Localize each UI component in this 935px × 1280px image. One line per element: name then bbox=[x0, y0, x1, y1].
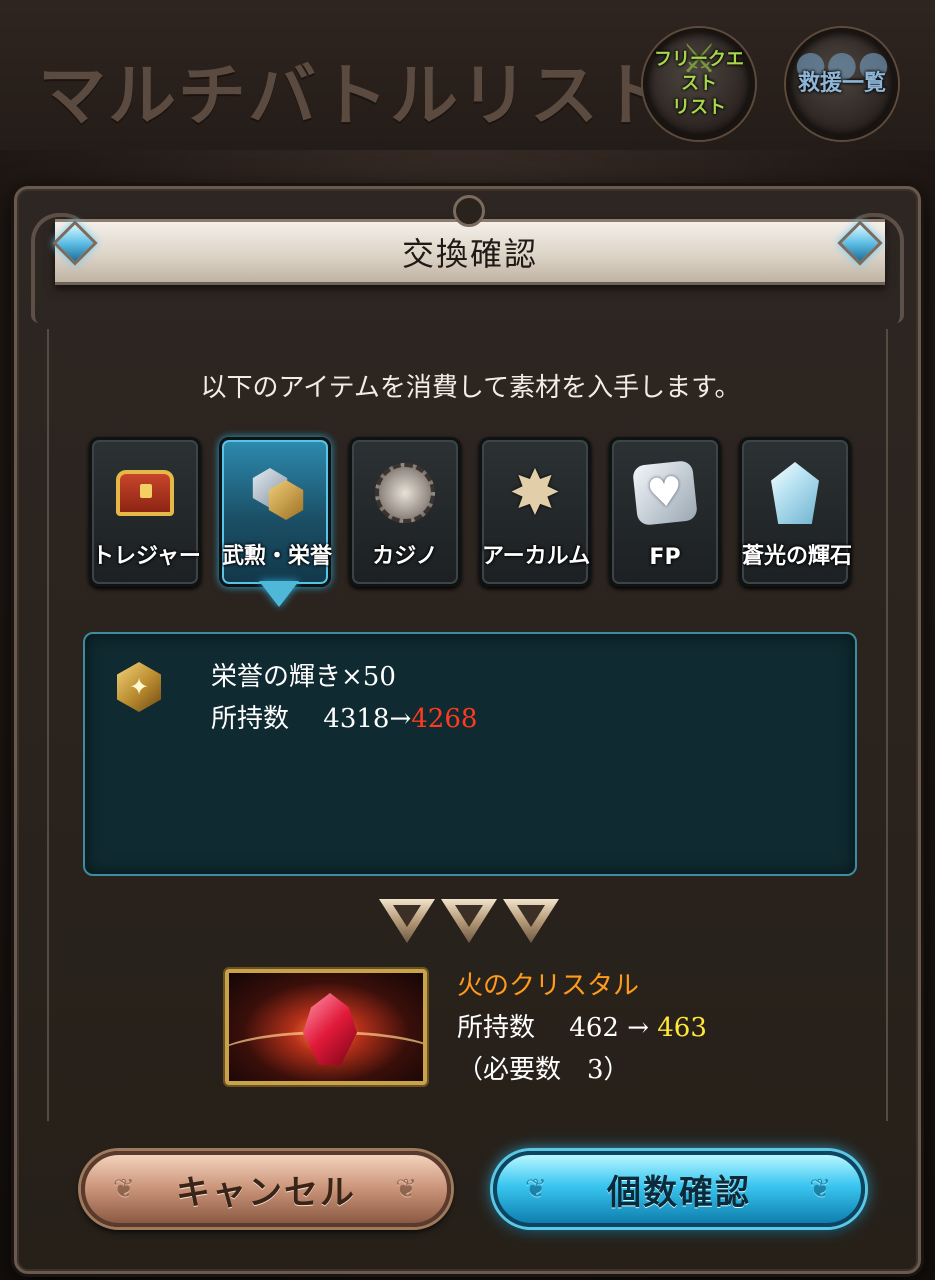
count-after: 463 bbox=[657, 1013, 707, 1043]
tab-label: カジノ bbox=[372, 544, 438, 569]
free-quest-list-button[interactable]: ⚔ フリークエスト リスト bbox=[643, 28, 755, 140]
quantity-confirm-button[interactable]: ❦ 個数確認 ❦ bbox=[493, 1151, 865, 1227]
free-quest-list-label: フリークエスト リスト bbox=[654, 49, 744, 118]
count-arrow: → bbox=[389, 704, 412, 734]
ornament-icon: ❦ bbox=[809, 1174, 833, 1204]
consume-item-name: 栄誉の輝き×50 bbox=[211, 662, 396, 692]
tab-label: トレジャー bbox=[92, 544, 201, 569]
active-tab-pointer-icon bbox=[259, 581, 299, 607]
tab-honor[interactable]: 武勲・栄誉 bbox=[219, 437, 333, 587]
page-title: マルチバトルリスト bbox=[38, 57, 671, 136]
crystal-icon bbox=[762, 460, 828, 526]
arcarum-star-icon: ✸ bbox=[509, 456, 561, 529]
exchange-confirm-dialog: 交換確認 以下のアイテムを消費して素材を入手します。 トレジャー 武勲・栄誉 カ… bbox=[14, 186, 921, 1274]
dialog-title-ribbon: 交換確認 bbox=[55, 219, 885, 285]
honor-shine-icon: ✦ bbox=[117, 662, 161, 712]
dialog-message: 以下のアイテムを消費して素材を入手します。 bbox=[200, 373, 741, 403]
heart-fp-icon: ♥ bbox=[632, 460, 698, 526]
rescue-list-label: 救援一覧 bbox=[797, 71, 886, 96]
category-tabs: トレジャー 武勲・栄誉 カジノ ✸ アーカルム ♥ FP 蒼光の輝石 bbox=[89, 437, 869, 597]
rescue-list-button[interactable]: ●●● 救援一覧 bbox=[786, 28, 898, 140]
down-arrow-icon bbox=[379, 899, 435, 943]
dialog-title: 交換確認 bbox=[401, 235, 538, 273]
consume-item-count: 所持数 4318→4268 bbox=[211, 698, 477, 735]
consume-item-panel: ✦ 栄誉の輝き×50 所持数 4318→4268 bbox=[83, 632, 857, 876]
count-label: 所持数 bbox=[457, 1013, 536, 1043]
count-after: 4268 bbox=[411, 704, 478, 734]
tab-crystal[interactable]: 蒼光の輝石 bbox=[739, 437, 853, 587]
down-arrow-icon bbox=[441, 899, 497, 943]
count-label: 所持数 bbox=[211, 704, 290, 734]
tab-label: アーカルム bbox=[482, 544, 591, 569]
tab-treasure[interactable]: トレジャー bbox=[89, 437, 201, 587]
fire-crystal-thumbnail bbox=[225, 969, 427, 1085]
quantity-confirm-button-label: 個数確認 bbox=[607, 1172, 751, 1213]
tab-label: 蒼光の輝石 bbox=[742, 544, 853, 569]
down-arrow-icon bbox=[503, 899, 559, 943]
tab-label: FP bbox=[649, 545, 681, 570]
honor-medal-icon bbox=[242, 460, 308, 526]
reward-item-name: 火のクリスタル bbox=[457, 971, 640, 1001]
exchange-arrows bbox=[379, 899, 569, 949]
tab-arcarum[interactable]: ✸ アーカルム bbox=[479, 437, 591, 587]
count-arrow: → bbox=[627, 1013, 649, 1043]
cancel-button[interactable]: ❦ キャンセル ❦ bbox=[81, 1151, 451, 1227]
reward-required-count: （必要数 3） bbox=[457, 1055, 630, 1085]
ornament-icon: ❦ bbox=[395, 1174, 419, 1204]
tab-fp[interactable]: ♥ FP bbox=[609, 437, 721, 587]
reward-item-count: 所持数 462 → 463 bbox=[457, 1007, 707, 1044]
count-before: 4318 bbox=[323, 704, 390, 734]
treasure-chest-icon bbox=[112, 460, 178, 526]
tab-label: 武勲・栄誉 bbox=[222, 544, 333, 569]
tab-casino[interactable]: カジノ bbox=[349, 437, 461, 587]
title-ornament-icon bbox=[453, 195, 485, 227]
count-before: 462 bbox=[569, 1013, 619, 1043]
ornament-icon: ❦ bbox=[525, 1174, 549, 1204]
casino-chip-icon bbox=[372, 460, 438, 526]
cancel-button-label: キャンセル bbox=[176, 1172, 356, 1213]
ornament-icon: ❦ bbox=[113, 1174, 137, 1204]
